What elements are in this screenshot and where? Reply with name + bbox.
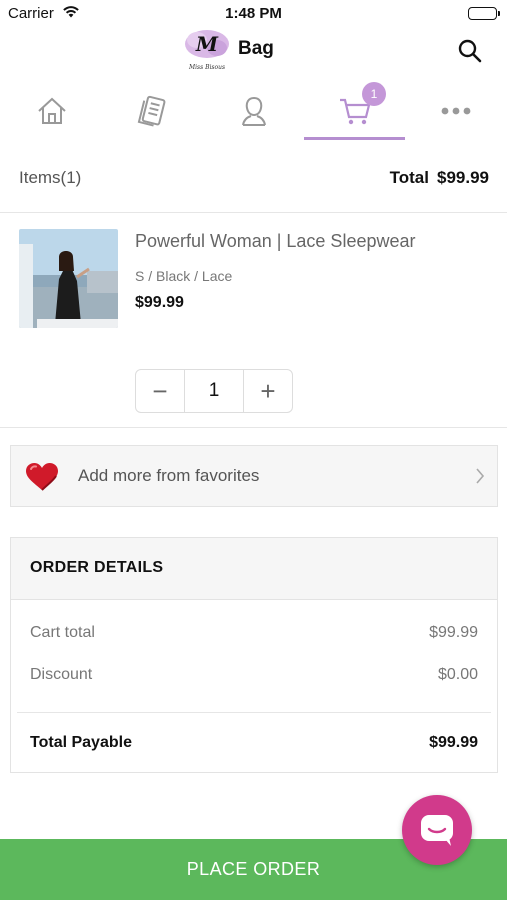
increment-button[interactable]: + [244, 370, 292, 412]
logo-caption: Miss Bisous [188, 64, 225, 71]
tab-more[interactable] [405, 80, 506, 142]
cart-total-row: Cart total $99.99 [30, 624, 478, 648]
search-icon [458, 39, 482, 63]
cart-summary: Items(1) Total $99.99 [0, 158, 507, 198]
quantity-stepper: − 1 + [135, 369, 293, 413]
total-payable-label: Total Payable [30, 734, 132, 751]
battery-icon [468, 7, 500, 20]
discount-label: Discount [30, 666, 93, 683]
logo-letter: M [195, 32, 219, 56]
total-payable-value: $99.99 [429, 734, 478, 751]
more-icon [441, 107, 470, 115]
product-variant: S / Black / Lace [135, 268, 233, 284]
home-icon [37, 97, 66, 124]
clock: 1:48 PM [225, 5, 282, 22]
cart-total: Total $99.99 [390, 168, 489, 188]
divider [17, 712, 491, 713]
search-button[interactable] [457, 38, 483, 64]
order-details: ORDER DETAILS Cart total $99.99 Discount… [10, 537, 498, 773]
chat-icon [421, 815, 453, 846]
product-image[interactable] [19, 229, 118, 328]
user-icon [241, 96, 266, 126]
quantity-value[interactable]: 1 [184, 370, 244, 412]
product-name[interactable]: Powerful Woman | Lace Sleepwear [135, 231, 416, 252]
favorites-label: Add more from favorites [78, 466, 260, 485]
cart-total-label: Cart total [30, 624, 95, 641]
total-value: $99.99 [437, 168, 489, 187]
tab-catalog[interactable] [102, 80, 203, 142]
add-from-favorites[interactable]: Add more from favorites [10, 445, 498, 507]
tab-bar: 1 [0, 80, 507, 142]
cart-item: Powerful Woman | Lace Sleepwear S / Blac… [0, 212, 507, 428]
decrement-button[interactable]: − [136, 370, 184, 412]
order-details-title: ORDER DETAILS [11, 538, 497, 600]
active-tab-indicator [304, 137, 405, 140]
brand-logo: M Miss Bisous [183, 28, 231, 72]
tab-home[interactable] [1, 80, 102, 142]
app-header: M Miss Bisous Bag [0, 28, 507, 74]
discount-value: $0.00 [437, 666, 478, 683]
items-count: Items(1) [19, 168, 82, 187]
heart-icon [25, 462, 59, 497]
catalog-icon [137, 95, 165, 127]
status-bar: Carrier 1:48 PM [0, 0, 507, 28]
chevron-right-icon [475, 468, 485, 489]
tab-cart[interactable]: 1 [304, 80, 405, 142]
discount-row: Discount $0.00 [30, 666, 478, 690]
cart-total-value: $99.99 [429, 624, 478, 641]
page-title: Bag [238, 38, 274, 59]
total-payable-row: Total Payable $99.99 [30, 734, 478, 758]
tab-profile[interactable] [203, 80, 304, 142]
cart-badge: 1 [362, 82, 386, 106]
chat-button[interactable] [402, 795, 472, 865]
total-label: Total [389, 168, 429, 187]
product-price: $99.99 [135, 294, 184, 311]
